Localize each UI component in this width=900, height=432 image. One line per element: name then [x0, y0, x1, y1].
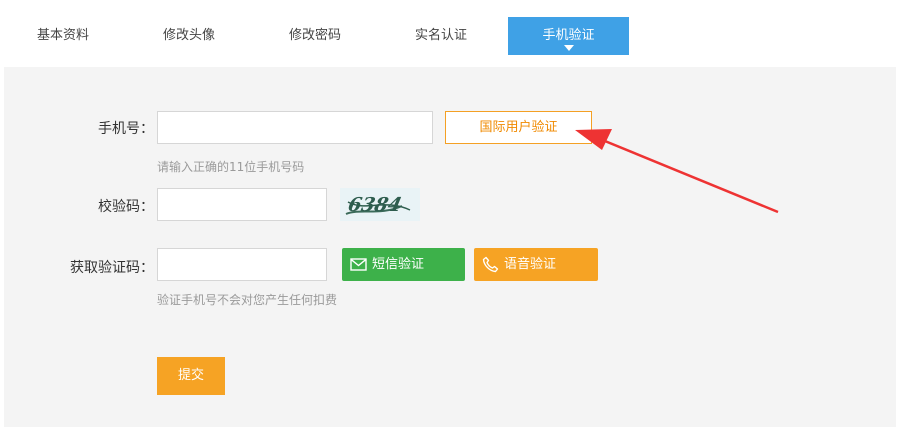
phone-icon [482, 256, 499, 273]
voice-verify-button[interactable]: 语音验证 [474, 248, 598, 281]
verify-code-input[interactable] [157, 248, 327, 281]
caret-down-icon [563, 45, 574, 51]
phone-input[interactable] [157, 111, 433, 144]
tab-basic-info[interactable]: 基本资料 [0, 17, 126, 55]
captcha-label: 校验码： [98, 199, 154, 215]
tab-phone-verify-label: 手机验证 [542, 28, 595, 43]
settings-tab-bar: 基本资料 修改头像 修改密码 实名认证 手机验证 [0, 0, 900, 64]
tab-change-password[interactable]: 修改密码 [252, 17, 378, 55]
verify-code-label: 获取验证码： [70, 260, 154, 276]
tab-real-name[interactable]: 实名认证 [378, 17, 504, 55]
tab-change-avatar[interactable]: 修改头像 [126, 17, 252, 55]
phone-hint: 请输入正确的11位手机号码 [157, 160, 305, 174]
sms-verify-label: 短信验证 [372, 257, 425, 272]
tab-real-name-label: 实名认证 [414, 28, 467, 43]
submit-button[interactable]: 提交 [157, 357, 225, 395]
tab-change-password-label: 修改密码 [288, 28, 341, 43]
captcha-noise-icon: 6384 [345, 193, 411, 216]
sms-verify-button[interactable]: 短信验证 [342, 248, 465, 281]
envelope-icon [350, 258, 367, 271]
tab-change-avatar-label: 修改头像 [162, 28, 215, 43]
tab-phone-verify[interactable]: 手机验证 [508, 17, 629, 55]
voice-verify-label: 语音验证 [504, 257, 557, 272]
captcha-image[interactable]: 6384 [340, 188, 420, 221]
captcha-input[interactable] [157, 188, 327, 221]
captcha-text: 6384 [346, 193, 404, 216]
international-verify-button[interactable]: 国际用户验证 [445, 111, 592, 144]
phone-label: 手机号： [98, 121, 154, 137]
verify-code-hint: 验证手机号不会对您产生任何扣费 [157, 293, 338, 307]
tab-basic-info-label: 基本资料 [36, 28, 89, 43]
